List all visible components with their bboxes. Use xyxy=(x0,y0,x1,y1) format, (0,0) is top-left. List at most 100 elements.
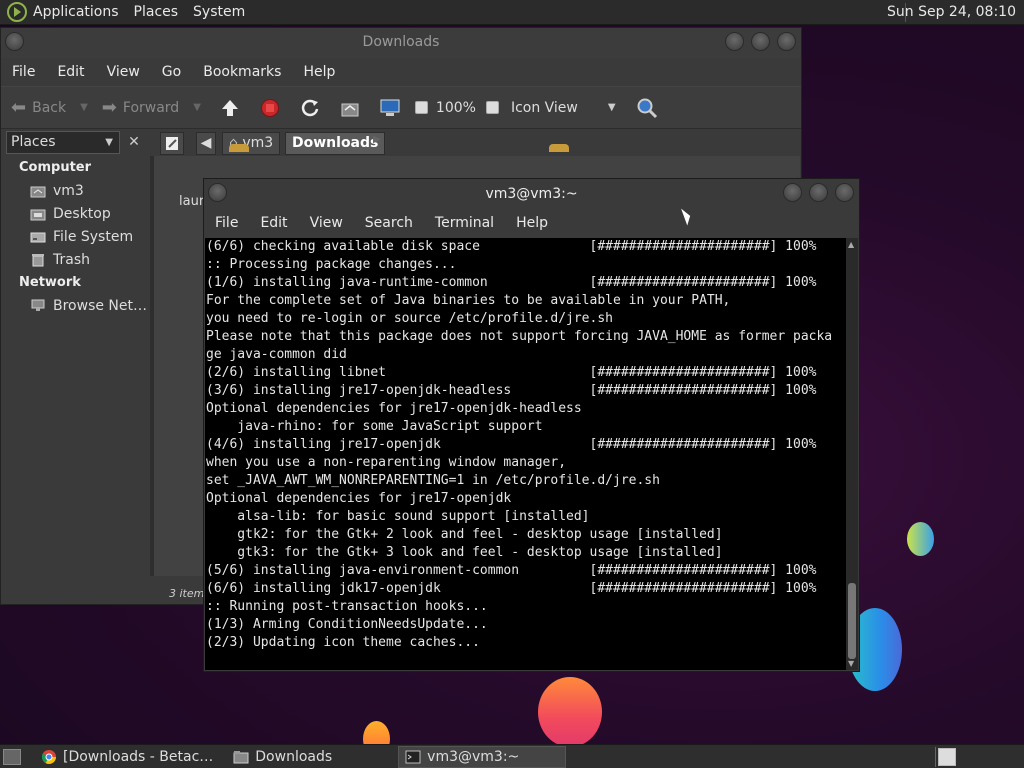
chevron-down-icon[interactable]: ▼ xyxy=(608,102,616,113)
sidebar-item-vm3[interactable]: vm3 xyxy=(2,179,147,202)
path-scroll-left-button[interactable]: ◀ xyxy=(196,132,216,155)
sidebar-heading-network: Network xyxy=(19,275,81,290)
zoom-in-icon[interactable] xyxy=(485,101,499,114)
maximize-button[interactable] xyxy=(751,32,770,51)
desktop-folder-icon xyxy=(30,209,46,220)
wallpaper-blob xyxy=(907,522,934,556)
taskbar-item-terminal[interactable]: vm3@vm3:~ xyxy=(398,745,567,768)
scroll-down-icon[interactable]: ▼ xyxy=(848,659,854,668)
sidebar-item-browse-network[interactable]: Browse Net… xyxy=(2,294,147,317)
home-folder-icon xyxy=(30,186,46,197)
stop-button[interactable] xyxy=(259,97,281,119)
terminal-line: (3/6) installing jre17-openjdk-headless … xyxy=(206,383,817,398)
menu-bookmarks[interactable]: Bookmarks xyxy=(192,64,292,80)
search-icon xyxy=(637,98,657,118)
window-title: Downloads xyxy=(362,34,440,50)
terminal-titlebar[interactable]: vm3@vm3:~ xyxy=(204,179,859,209)
distro-logo-icon[interactable] xyxy=(7,2,27,22)
close-button[interactable] xyxy=(835,183,854,202)
terminal-line: alsa-lib: for basic sound support [insta… xyxy=(206,509,590,524)
location-toggle-button[interactable] xyxy=(160,132,184,155)
home-folder-icon xyxy=(341,103,359,116)
terminal-line: Optional dependencies for jre17-openjdk-… xyxy=(206,401,582,416)
terminal-line: (4/6) installing jre17-openjdk [########… xyxy=(206,437,817,452)
menu-view[interactable]: View xyxy=(299,215,354,231)
close-button[interactable] xyxy=(777,32,796,51)
scroll-up-icon[interactable]: ▲ xyxy=(848,240,854,249)
view-mode-select[interactable]: Icon View xyxy=(511,100,578,116)
forward-button[interactable]: ➡ Forward ▼ xyxy=(102,97,201,118)
file-icon[interactable] xyxy=(549,144,569,152)
scrollbar-thumb[interactable] xyxy=(848,583,856,659)
show-desktop-icon[interactable] xyxy=(3,748,21,765)
menu-help[interactable]: Help xyxy=(505,215,559,231)
terminal-line: (1/3) Arming ConditionNeedsUpdate... xyxy=(206,617,488,632)
maximize-button[interactable] xyxy=(809,183,828,202)
sidebar-item-desktop[interactable]: Desktop xyxy=(2,202,147,225)
sidebar-item-file-system[interactable]: File System xyxy=(2,225,147,248)
panel-clock[interactable]: Sun Sep 24, 08:10 xyxy=(887,4,1016,20)
up-button[interactable] xyxy=(219,97,241,119)
terminal-line: (6/6) installing jdk17-openjdk [########… xyxy=(206,581,817,596)
window-title: vm3@vm3:~ xyxy=(485,186,578,202)
terminal-scrollbar[interactable]: ▲ ▼ xyxy=(846,238,858,670)
taskbar-item-downloads[interactable]: Downloads xyxy=(227,746,338,768)
menu-file[interactable]: File xyxy=(1,64,46,80)
menu-places[interactable]: Places xyxy=(134,4,179,20)
file-icon[interactable] xyxy=(229,144,249,152)
terminal-output[interactable]: (6/6) checking available disk space [###… xyxy=(205,238,848,670)
menu-go[interactable]: Go xyxy=(151,64,192,80)
terminal-line: java-rhino: for some JavaScript support xyxy=(206,419,543,434)
terminal-line: (5/6) installing java-environment-common… xyxy=(206,563,817,578)
menu-view[interactable]: View xyxy=(96,64,151,80)
file-manager-toolbar: ⬅ Back ▼ ➡ Forward ▼ 100% Icon View ▼ xyxy=(1,86,801,129)
window-menu-button[interactable] xyxy=(5,32,24,51)
minimize-button[interactable] xyxy=(783,183,802,202)
home-button[interactable] xyxy=(339,97,361,119)
menu-help[interactable]: Help xyxy=(292,64,346,80)
search-button[interactable] xyxy=(636,97,658,119)
drive-icon xyxy=(30,232,46,242)
minimize-button[interactable] xyxy=(725,32,744,51)
taskbar-item-browser[interactable]: [Downloads - Betac… xyxy=(35,746,219,768)
terminal-menubar: File Edit View Search Terminal Help xyxy=(204,209,859,237)
path-segment-downloads[interactable]: Downloads xyxy=(285,132,386,155)
network-icon xyxy=(31,299,45,311)
menu-edit[interactable]: Edit xyxy=(249,215,298,231)
workspace-switcher-icon[interactable] xyxy=(938,748,956,766)
file-manager-titlebar[interactable]: Downloads xyxy=(1,28,801,58)
menu-applications[interactable]: Applications xyxy=(33,4,119,20)
path-scroll-right-icon[interactable]: ▶ xyxy=(373,134,381,145)
zoom-level: 100% xyxy=(435,99,476,116)
file-item-label[interactable]: laur xyxy=(179,194,204,209)
terminal-line: :: Processing package changes... xyxy=(206,257,457,272)
sidebar-item-trash[interactable]: Trash xyxy=(2,248,147,271)
menu-file[interactable]: File xyxy=(204,215,249,231)
sidebar-heading-computer: Computer xyxy=(19,160,92,175)
menu-terminal[interactable]: Terminal xyxy=(424,215,505,231)
window-menu-button[interactable] xyxy=(208,183,227,202)
reload-button[interactable] xyxy=(299,97,321,119)
close-sidebar-icon[interactable]: ✕ xyxy=(125,133,143,151)
terminal-line: Please note that this package does not s… xyxy=(206,329,833,344)
terminal-line: you need to re-login or source /etc/prof… xyxy=(206,311,613,326)
menu-search[interactable]: Search xyxy=(354,215,424,231)
top-panel: Applications Places System Sun Sep 24, 0… xyxy=(0,0,1024,25)
menu-edit[interactable]: Edit xyxy=(46,64,95,80)
menu-system[interactable]: System xyxy=(193,4,245,20)
terminal-line: (6/6) checking available disk space [###… xyxy=(206,239,817,254)
chevron-down-icon[interactable]: ▼ xyxy=(80,102,88,113)
back-button[interactable]: ⬅ Back ▼ xyxy=(11,97,88,118)
terminal-line: set _JAVA_AWT_WM_NONREPARENTING=1 in /et… xyxy=(206,473,660,488)
zoom-out-icon[interactable] xyxy=(414,101,428,114)
terminal-window: vm3@vm3:~ File Edit View Search Terminal… xyxy=(203,178,860,672)
terminal-line: (1/6) installing java-runtime-common [##… xyxy=(206,275,817,290)
computer-button[interactable] xyxy=(379,97,401,119)
sidebar-type-select[interactable]: Places ▼ xyxy=(6,131,120,154)
wallpaper-blob xyxy=(538,677,602,747)
chevron-down-icon: ▼ xyxy=(105,137,113,148)
chevron-down-icon[interactable]: ▼ xyxy=(193,102,201,113)
bottom-taskbar: [Downloads - Betac… Downloads vm3@vm3:~ xyxy=(0,744,1024,768)
terminal-line: Optional dependencies for jre17-openjdk xyxy=(206,491,512,506)
terminal-line: :: Running post-transaction hooks... xyxy=(206,599,488,614)
